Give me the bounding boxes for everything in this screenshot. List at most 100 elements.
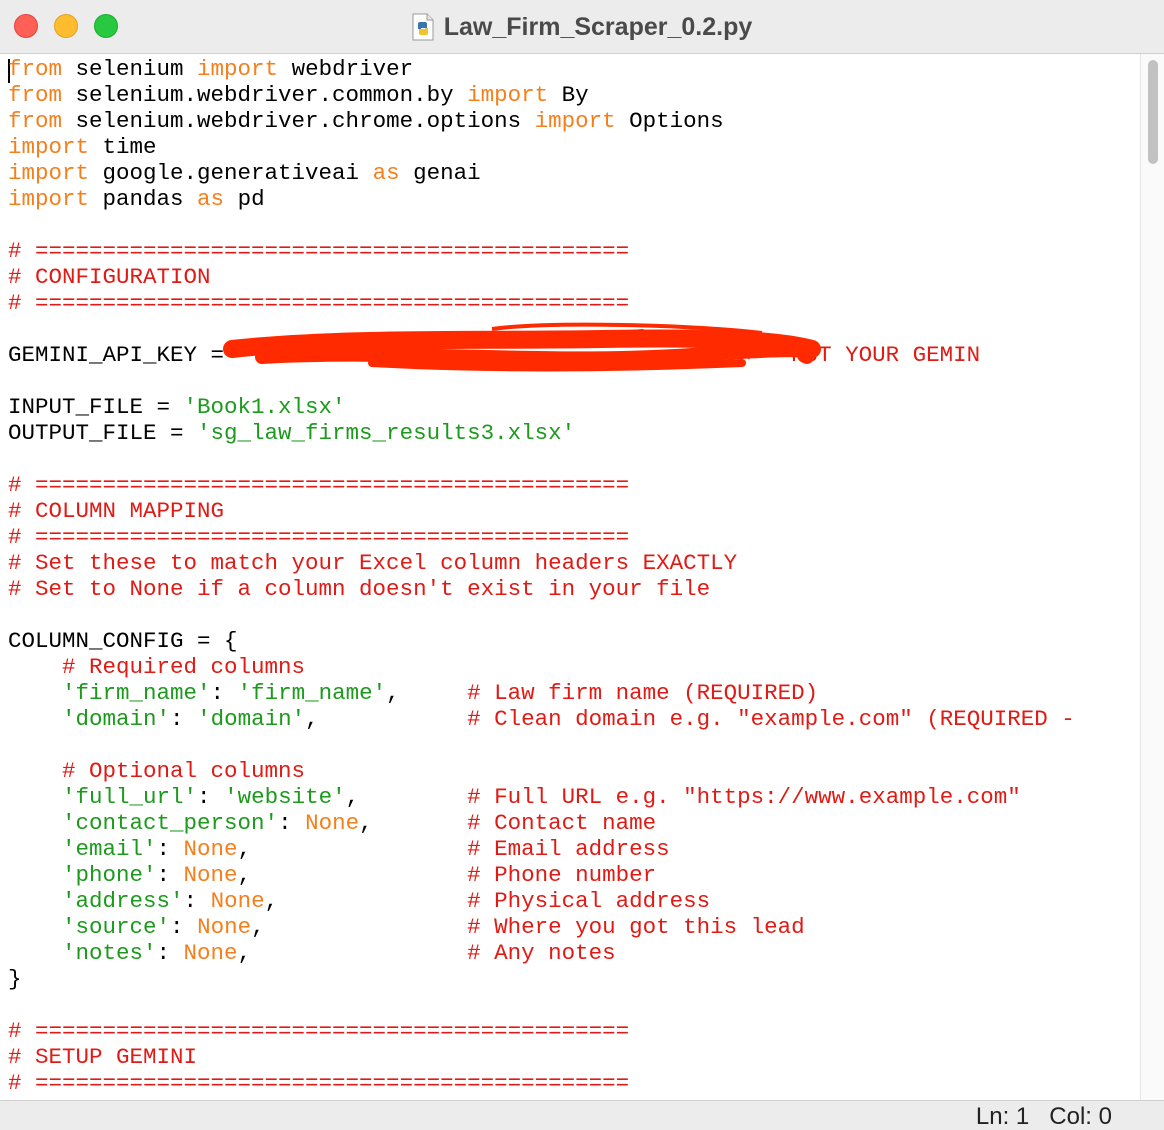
code-line[interactable]: [8, 992, 1075, 1018]
code-line[interactable]: INPUT_FILE = 'Book1.xlsx': [8, 394, 1075, 420]
code-line[interactable]: # Optional columns: [8, 758, 1075, 784]
code-editor-area[interactable]: from selenium import webdriver from selen…: [0, 54, 1140, 1100]
code-token: 'source': [62, 914, 171, 940]
code-token: import: [8, 134, 90, 160]
code-line[interactable]: # ======================================…: [8, 472, 1075, 498]
code-token: 'email': [62, 836, 157, 862]
code-line[interactable]: # CONFIGURATION: [8, 264, 1075, 290]
code-token: selenium: [62, 56, 198, 82]
code-line[interactable]: import pandas as pd: [8, 186, 1075, 212]
code-line[interactable]: # ======================================…: [8, 1070, 1075, 1096]
code-token: import: [8, 160, 90, 186]
code-line[interactable]: [8, 602, 1075, 628]
code-line[interactable]: # Set these to match your Excel column h…: [8, 550, 1075, 576]
code-line[interactable]: 'full_url': 'website', # Full URL e.g. "…: [8, 784, 1075, 810]
code-line[interactable]: 'source': None, # Where you got this lea…: [8, 914, 1075, 940]
code-token: GEMINI_API_KEY =: [8, 342, 238, 368]
code-token: import: [8, 186, 90, 212]
code-line[interactable]: 'phone': None, # Phone number: [8, 862, 1075, 888]
line-number-label: Ln: 1: [975, 1103, 1030, 1130]
code-token: # Required columns: [62, 654, 306, 680]
vertical-scrollbar[interactable]: [1140, 54, 1164, 1100]
code-line[interactable]: # Set to None if a column doesn't exist …: [8, 576, 1075, 602]
code-token: # ======================================…: [8, 1018, 630, 1044]
code-token: selenium.webdriver.chrome.options: [62, 108, 535, 134]
code-line[interactable]: 'address': None, # Physical address: [8, 888, 1075, 914]
code-token: :: [156, 836, 184, 862]
code-token: }: [8, 966, 22, 992]
code-token: None: [183, 836, 238, 862]
code-token: webdriver: [278, 56, 414, 82]
code-token: from: [8, 82, 63, 108]
code-line[interactable]: 'firm_name': 'firm_name', # Law firm nam…: [8, 680, 1075, 706]
code-line[interactable]: # Required columns: [8, 654, 1075, 680]
code-token: as: [197, 186, 225, 212]
code-token: # Set to None if a column doesn't exist …: [8, 576, 711, 602]
code-token: ,: [345, 784, 468, 810]
code-token: 'phone': [62, 862, 157, 888]
code-line[interactable]: COLUMN_CONFIG = {: [8, 628, 1075, 654]
column-number-label: Col: 0: [1049, 1103, 1112, 1130]
code-line[interactable]: # ======================================…: [8, 1018, 1075, 1044]
code-line[interactable]: # COLUMN MAPPING: [8, 498, 1075, 524]
code-token: ,: [305, 706, 468, 732]
code-token: :: [156, 940, 184, 966]
code-line[interactable]: [8, 446, 1075, 472]
code-token: :: [170, 706, 198, 732]
code-token: # Physical address: [467, 888, 711, 914]
code-token: None: [305, 810, 360, 836]
code-token: ,: [237, 862, 468, 888]
code-token: # ======================================…: [8, 1070, 630, 1096]
code-token: 'firm_name': [237, 680, 387, 706]
code-line[interactable]: # ======================================…: [8, 290, 1075, 316]
code-line[interactable]: from selenium.webdriver.common.by import…: [8, 82, 1075, 108]
code-token: None: [183, 940, 238, 966]
code-token: :: [210, 680, 238, 706]
code-token: pd: [224, 186, 265, 212]
code-line[interactable]: 'contact_person': None, # Contact name: [8, 810, 1075, 836]
status-bar: Ln: 1 Col: 0: [0, 1100, 1164, 1130]
code-token: # SETUP GEMINI: [8, 1044, 198, 1070]
code-token: 'full_url': [62, 784, 198, 810]
code-token: OUTPUT_FILE =: [8, 420, 198, 446]
code-token: as: [372, 160, 400, 186]
code-line[interactable]: # SETUP GEMINI: [8, 1044, 1075, 1070]
title-container: Law_Firm_Scraper_0.2.py: [0, 0, 1164, 54]
code-token: ,: [386, 680, 468, 706]
title-bar[interactable]: Law_Firm_Scraper_0.2.py: [0, 0, 1164, 54]
code-line[interactable]: from selenium import webdriver: [8, 56, 1075, 82]
code-line[interactable]: # ======================================…: [8, 524, 1075, 550]
code-token: # COLUMN MAPPING: [8, 498, 225, 524]
code-line[interactable]: OUTPUT_FILE = 'sg_law_firms_results3.xls…: [8, 420, 1075, 446]
code-token: # ======================================…: [8, 472, 630, 498]
scrollbar-thumb[interactable]: [1148, 60, 1158, 164]
code-token: google.generativeai: [89, 160, 373, 186]
code-line[interactable]: 'email': None, # Email address: [8, 836, 1075, 862]
code-line[interactable]: 'notes': None, # Any notes: [8, 940, 1075, 966]
code-token: 'website': [224, 784, 346, 810]
code-line[interactable]: import google.generativeai as genai: [8, 160, 1075, 186]
code-token: # Contact name: [467, 810, 657, 836]
code-line[interactable]: }: [8, 966, 1075, 992]
code-token: ,: [237, 836, 468, 862]
code-content[interactable]: from selenium import webdriver from selen…: [8, 56, 1075, 1096]
code-line[interactable]: [8, 732, 1075, 758]
code-line[interactable]: # ======================================…: [8, 238, 1075, 264]
code-token: INPUT_FILE =: [8, 394, 184, 420]
code-line[interactable]: 'domain': 'domain', # Clean domain e.g. …: [8, 706, 1075, 732]
code-token: :: [183, 888, 211, 914]
code-line[interactable]: import time: [8, 134, 1075, 160]
code-token: Options: [615, 108, 724, 134]
code-line[interactable]: from selenium.webdriver.chrome.options i…: [8, 108, 1075, 134]
code-token: 'firm_name': [62, 680, 211, 706]
code-token: :: [156, 862, 184, 888]
code-line[interactable]: [8, 212, 1075, 238]
